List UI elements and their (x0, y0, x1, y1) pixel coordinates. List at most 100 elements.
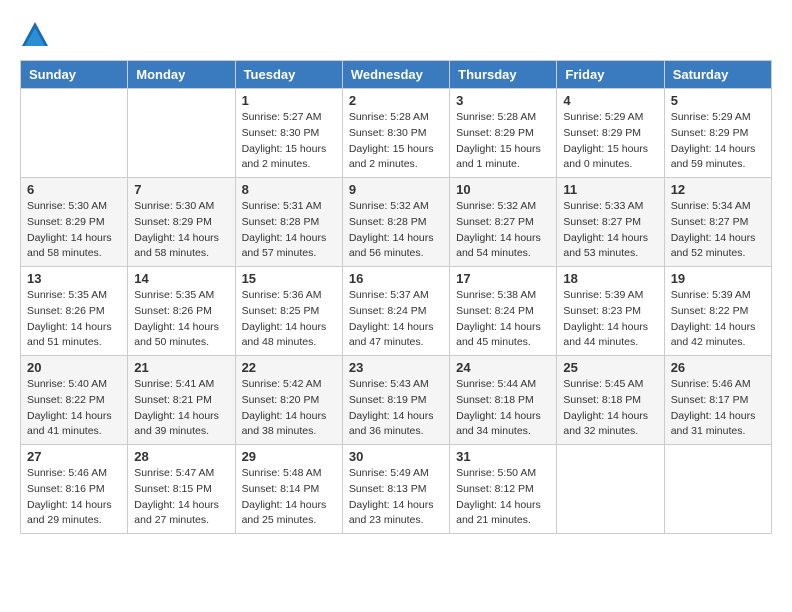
day-info: Sunrise: 5:42 AMSunset: 8:20 PMDaylight:… (242, 377, 336, 440)
day-info: Sunrise: 5:50 AMSunset: 8:12 PMDaylight:… (456, 466, 550, 529)
logo (20, 20, 54, 50)
day-number: 30 (349, 449, 443, 464)
day-info: Sunrise: 5:46 AMSunset: 8:17 PMDaylight:… (671, 377, 765, 440)
day-cell: 30 Sunrise: 5:49 AMSunset: 8:13 PMDayligh… (342, 445, 449, 534)
day-cell: 29 Sunrise: 5:48 AMSunset: 8:14 PMDayligh… (235, 445, 342, 534)
weekday-header-wednesday: Wednesday (342, 61, 449, 89)
day-cell (664, 445, 771, 534)
day-cell: 27 Sunrise: 5:46 AMSunset: 8:16 PMDayligh… (21, 445, 128, 534)
day-number: 17 (456, 271, 550, 286)
day-info: Sunrise: 5:49 AMSunset: 8:13 PMDaylight:… (349, 466, 443, 529)
day-number: 6 (27, 182, 121, 197)
day-cell: 19 Sunrise: 5:39 AMSunset: 8:22 PMDayligh… (664, 267, 771, 356)
day-info: Sunrise: 5:47 AMSunset: 8:15 PMDaylight:… (134, 466, 228, 529)
logo-icon (20, 20, 50, 50)
weekday-header-monday: Monday (128, 61, 235, 89)
day-number: 3 (456, 93, 550, 108)
day-cell: 14 Sunrise: 5:35 AMSunset: 8:26 PMDayligh… (128, 267, 235, 356)
day-number: 20 (27, 360, 121, 375)
day-number: 1 (242, 93, 336, 108)
day-cell: 11 Sunrise: 5:33 AMSunset: 8:27 PMDayligh… (557, 178, 664, 267)
day-info: Sunrise: 5:31 AMSunset: 8:28 PMDaylight:… (242, 199, 336, 262)
day-number: 5 (671, 93, 765, 108)
calendar: SundayMondayTuesdayWednesdayThursdayFrid… (20, 60, 772, 534)
day-number: 13 (27, 271, 121, 286)
day-cell: 4Sunrise: 5:29 AMSunset: 8:29 PMDaylight… (557, 89, 664, 178)
day-number: 14 (134, 271, 228, 286)
day-number: 16 (349, 271, 443, 286)
day-info: Sunrise: 5:32 AMSunset: 8:28 PMDaylight:… (349, 199, 443, 262)
day-info: Sunrise: 5:39 AMSunset: 8:23 PMDaylight:… (563, 288, 657, 351)
day-cell: 21 Sunrise: 5:41 AMSunset: 8:21 PMDayligh… (128, 356, 235, 445)
day-cell: 8 Sunrise: 5:31 AMSunset: 8:28 PMDaylight… (235, 178, 342, 267)
day-number: 12 (671, 182, 765, 197)
week-row-2: 6 Sunrise: 5:30 AMSunset: 8:29 PMDaylight… (21, 178, 772, 267)
day-number: 22 (242, 360, 336, 375)
day-info: Sunrise: 5:35 AMSunset: 8:26 PMDaylight:… (134, 288, 228, 351)
weekday-header-thursday: Thursday (450, 61, 557, 89)
day-number: 21 (134, 360, 228, 375)
day-number: 24 (456, 360, 550, 375)
day-number: 27 (27, 449, 121, 464)
day-cell: 31 Sunrise: 5:50 AMSunset: 8:12 PMDayligh… (450, 445, 557, 534)
day-cell: 18 Sunrise: 5:39 AMSunset: 8:23 PMDayligh… (557, 267, 664, 356)
day-number: 15 (242, 271, 336, 286)
day-number: 19 (671, 271, 765, 286)
day-cell: 22 Sunrise: 5:42 AMSunset: 8:20 PMDayligh… (235, 356, 342, 445)
day-info: Sunrise: 5:29 AMSunset: 8:29 PMDaylight:… (671, 110, 765, 173)
day-number: 26 (671, 360, 765, 375)
day-cell: 7 Sunrise: 5:30 AMSunset: 8:29 PMDaylight… (128, 178, 235, 267)
day-cell: 16 Sunrise: 5:37 AMSunset: 8:24 PMDayligh… (342, 267, 449, 356)
day-cell: 24Sunrise: 5:44 AMSunset: 8:18 PMDayligh… (450, 356, 557, 445)
day-info: Sunrise: 5:27 AMSunset: 8:30 PMDaylight:… (242, 110, 336, 173)
day-info: Sunrise: 5:30 AMSunset: 8:29 PMDaylight:… (27, 199, 121, 262)
day-cell: 17Sunrise: 5:38 AMSunset: 8:24 PMDayligh… (450, 267, 557, 356)
day-info: Sunrise: 5:33 AMSunset: 8:27 PMDaylight:… (563, 199, 657, 262)
day-cell (557, 445, 664, 534)
day-cell: 9 Sunrise: 5:32 AMSunset: 8:28 PMDaylight… (342, 178, 449, 267)
weekday-header-row: SundayMondayTuesdayWednesdayThursdayFrid… (21, 61, 772, 89)
day-cell (128, 89, 235, 178)
page-header (20, 20, 772, 50)
day-number: 18 (563, 271, 657, 286)
day-cell: 15Sunrise: 5:36 AMSunset: 8:25 PMDayligh… (235, 267, 342, 356)
week-row-1: 1 Sunrise: 5:27 AMSunset: 8:30 PMDaylight… (21, 89, 772, 178)
day-info: Sunrise: 5:30 AMSunset: 8:29 PMDaylight:… (134, 199, 228, 262)
day-number: 28 (134, 449, 228, 464)
day-number: 7 (134, 182, 228, 197)
day-info: Sunrise: 5:28 AMSunset: 8:29 PMDaylight:… (456, 110, 550, 173)
day-info: Sunrise: 5:37 AMSunset: 8:24 PMDaylight:… (349, 288, 443, 351)
day-cell: 2Sunrise: 5:28 AMSunset: 8:30 PMDaylight… (342, 89, 449, 178)
day-info: Sunrise: 5:43 AMSunset: 8:19 PMDaylight:… (349, 377, 443, 440)
day-info: Sunrise: 5:41 AMSunset: 8:21 PMDaylight:… (134, 377, 228, 440)
day-cell: 12 Sunrise: 5:34 AMSunset: 8:27 PMDayligh… (664, 178, 771, 267)
day-info: Sunrise: 5:34 AMSunset: 8:27 PMDaylight:… (671, 199, 765, 262)
day-info: Sunrise: 5:46 AMSunset: 8:16 PMDaylight:… (27, 466, 121, 529)
day-cell: 28 Sunrise: 5:47 AMSunset: 8:15 PMDayligh… (128, 445, 235, 534)
day-number: 25 (563, 360, 657, 375)
day-number: 4 (563, 93, 657, 108)
day-number: 8 (242, 182, 336, 197)
week-row-3: 13 Sunrise: 5:35 AMSunset: 8:26 PMDayligh… (21, 267, 772, 356)
day-number: 9 (349, 182, 443, 197)
day-cell: 20Sunrise: 5:40 AMSunset: 8:22 PMDayligh… (21, 356, 128, 445)
day-cell: 3 Sunrise: 5:28 AMSunset: 8:29 PMDaylight… (450, 89, 557, 178)
day-number: 29 (242, 449, 336, 464)
day-number: 10 (456, 182, 550, 197)
day-info: Sunrise: 5:39 AMSunset: 8:22 PMDaylight:… (671, 288, 765, 351)
day-cell: 5 Sunrise: 5:29 AMSunset: 8:29 PMDaylight… (664, 89, 771, 178)
weekday-header-saturday: Saturday (664, 61, 771, 89)
day-cell (21, 89, 128, 178)
day-info: Sunrise: 5:45 AMSunset: 8:18 PMDaylight:… (563, 377, 657, 440)
weekday-header-sunday: Sunday (21, 61, 128, 89)
day-cell: 10Sunrise: 5:32 AMSunset: 8:27 PMDayligh… (450, 178, 557, 267)
day-info: Sunrise: 5:35 AMSunset: 8:26 PMDaylight:… (27, 288, 121, 351)
week-row-5: 27 Sunrise: 5:46 AMSunset: 8:16 PMDayligh… (21, 445, 772, 534)
day-number: 23 (349, 360, 443, 375)
day-number: 31 (456, 449, 550, 464)
day-info: Sunrise: 5:48 AMSunset: 8:14 PMDaylight:… (242, 466, 336, 529)
day-info: Sunrise: 5:28 AMSunset: 8:30 PMDaylight:… (349, 110, 443, 173)
day-cell: 1 Sunrise: 5:27 AMSunset: 8:30 PMDaylight… (235, 89, 342, 178)
weekday-header-friday: Friday (557, 61, 664, 89)
day-number: 11 (563, 182, 657, 197)
